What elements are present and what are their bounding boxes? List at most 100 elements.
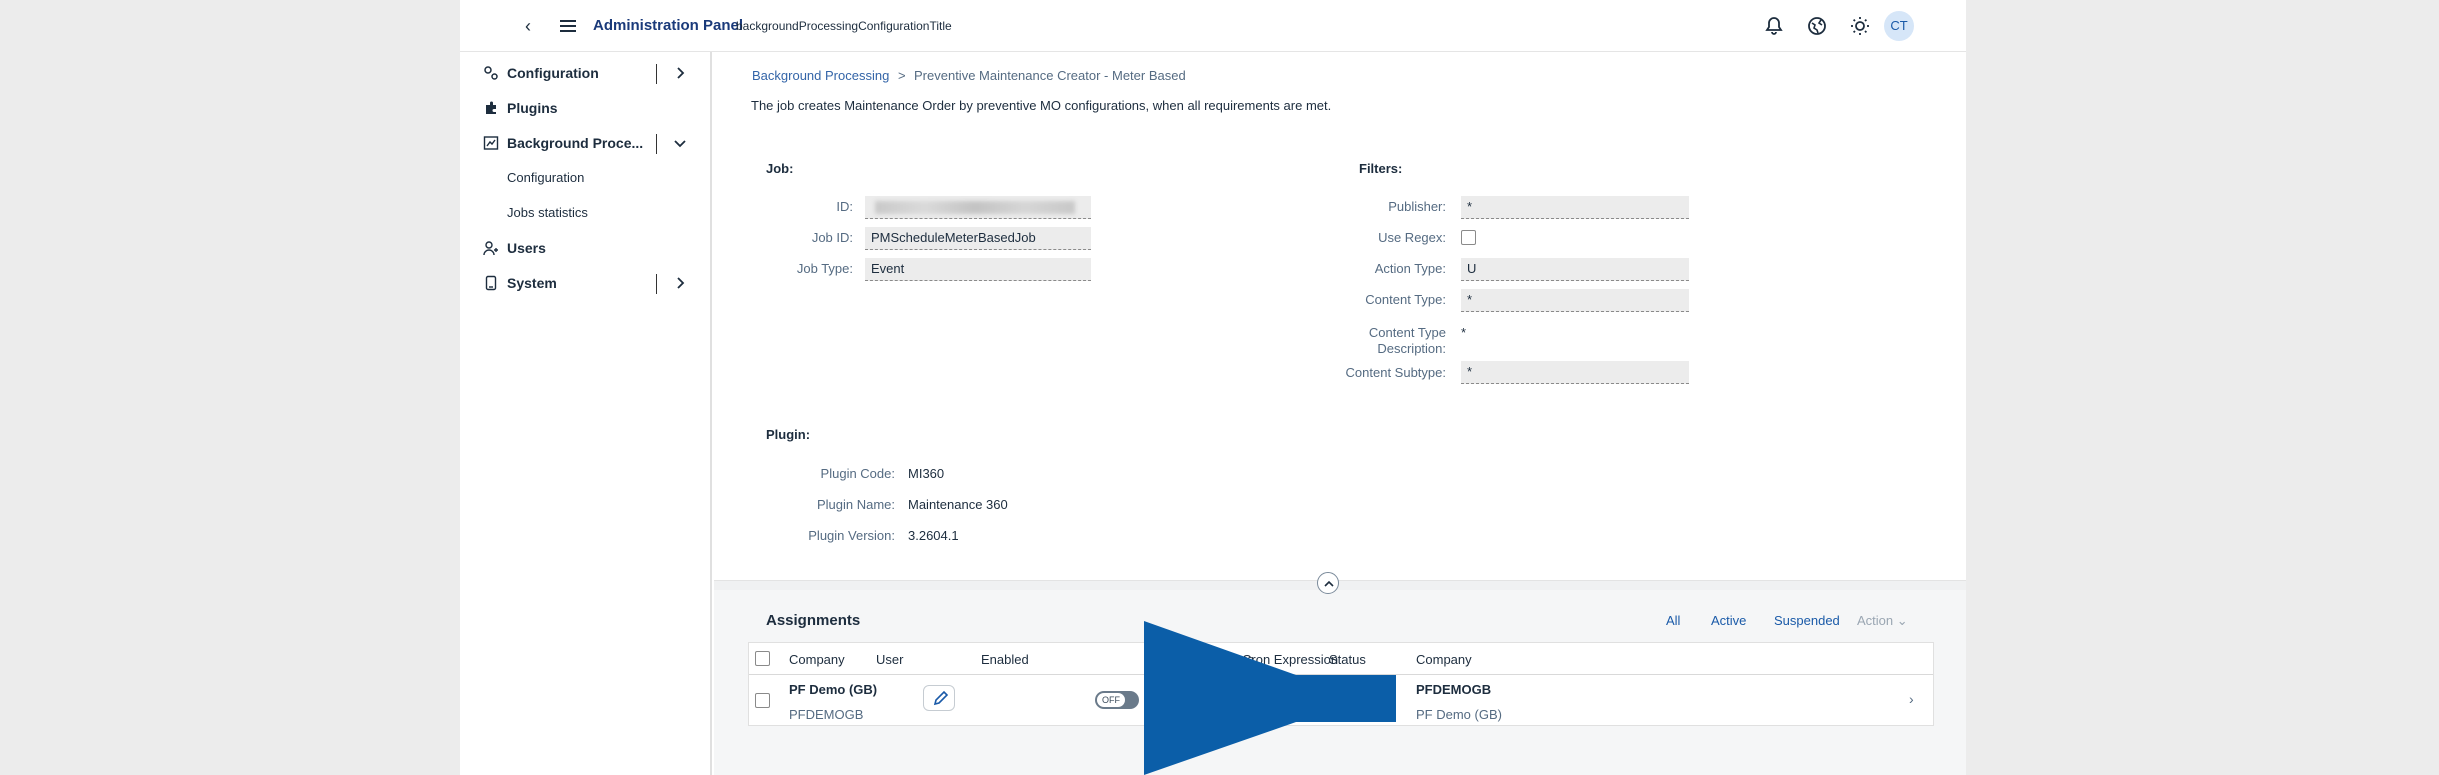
- sidebar-item-label: Configuration: [507, 65, 599, 81]
- row-company2-code: PFDEMOGB: [1416, 682, 1492, 697]
- row-status: Initial: [1329, 695, 1360, 710]
- action-type-field: U: [1461, 258, 1689, 281]
- redacted-id: [875, 201, 1075, 214]
- column-header-enabled[interactable]: Enabled: [981, 652, 1029, 667]
- sidebar-subitem-jobs-statistics[interactable]: Jobs statistics: [507, 205, 588, 220]
- sidebar-item-system[interactable]: System: [460, 266, 712, 300]
- chevron-right-icon[interactable]: [670, 63, 690, 83]
- plugin-name-value: Maintenance 360: [908, 497, 1008, 512]
- chevron-right-icon[interactable]: [670, 273, 690, 293]
- sidebar-item-label: Plugins: [507, 100, 558, 116]
- select-all-checkbox[interactable]: [755, 651, 770, 666]
- page-description: The job creates Maintenance Order by pre…: [751, 98, 1332, 113]
- plugin-version-label: Plugin Version:: [808, 528, 895, 543]
- configuration-icon: [483, 65, 499, 81]
- user-avatar[interactable]: CT: [1884, 11, 1914, 41]
- app-window: ‹ Administration Panel backgroundProcess…: [460, 0, 1966, 775]
- app-title[interactable]: Administration Panel: [593, 17, 743, 34]
- job-id-label: Job ID:: [811, 230, 853, 245]
- bell-icon[interactable]: [1762, 14, 1786, 38]
- breadcrumb-link[interactable]: Background Processing: [752, 68, 889, 83]
- object-page: Background Processing > Preventive Maint…: [714, 52, 1966, 580]
- content-type-description-value: *: [1461, 325, 1467, 340]
- column-header-company-2[interactable]: Company: [1416, 652, 1472, 667]
- switch-state-label: OFF: [1097, 693, 1125, 707]
- menu-icon[interactable]: [556, 14, 580, 38]
- column-header-status[interactable]: Status: [1329, 652, 1366, 667]
- chevron-up-icon: [1324, 580, 1334, 587]
- separator: [656, 134, 657, 154]
- content-subtype-label: Content Subtype:: [1345, 365, 1446, 380]
- chevron-down-icon: ⌄: [1896, 613, 1908, 628]
- side-navigation: Configuration Plugins Background Proce..…: [460, 52, 712, 775]
- sidebar-item-label: System: [507, 275, 557, 291]
- row-company-name: PF Demo (GB): [789, 682, 878, 697]
- separator: [656, 274, 657, 294]
- plugin-code-value: MI360: [908, 466, 945, 481]
- system-icon: [483, 275, 499, 291]
- assignments-table: Company User Enabled Suspension Date Cro…: [748, 642, 1934, 726]
- id-field: [865, 196, 1091, 219]
- filters-section-title: Filters:: [1359, 161, 1403, 176]
- column-header-suspension-date[interactable]: Suspension Date: [1155, 652, 1254, 667]
- content-type-description-label-line1: Content Type: [1368, 325, 1446, 340]
- header-divider: [714, 580, 1966, 590]
- sidebar-item-configuration[interactable]: Configuration: [460, 56, 712, 90]
- plugin-version-value: 3.2604.1: [908, 528, 959, 543]
- theme-sun-icon[interactable]: [1848, 14, 1872, 38]
- table-header: Company User Enabled Suspension Date Cro…: [749, 643, 1933, 675]
- column-header-cron-expression[interactable]: Cron Expression: [1242, 652, 1338, 667]
- use-regex-label: Use Regex:: [1378, 230, 1446, 245]
- row-company-code: PFDEMOGB: [789, 707, 864, 722]
- id-label: ID:: [836, 199, 853, 214]
- use-regex-checkbox[interactable]: [1461, 230, 1476, 245]
- content-type-description-label-line2: Description:: [1377, 341, 1446, 356]
- column-header-company[interactable]: Company: [789, 652, 845, 667]
- sidebar-item-plugins[interactable]: Plugins: [460, 91, 712, 125]
- publisher-field: *: [1461, 196, 1689, 219]
- sidebar-item-label: Users: [507, 240, 546, 256]
- enabled-switch[interactable]: OFF: [1095, 691, 1139, 709]
- row-navigation-chevron-icon[interactable]: ›: [1909, 691, 1914, 707]
- sidebar-item-background-processing[interactable]: Background Proce...: [460, 126, 712, 160]
- content-subtype-field: *: [1461, 361, 1689, 384]
- assignments-section: Assignments All Active Suspended Action …: [714, 590, 1966, 775]
- chevron-down-icon[interactable]: [670, 133, 690, 153]
- plugins-icon: [483, 100, 499, 116]
- sidebar-subitem-configuration[interactable]: Configuration: [507, 170, 584, 185]
- action-type-label: Action Type:: [1374, 261, 1446, 276]
- collapse-header-button[interactable]: [1317, 572, 1339, 594]
- back-icon[interactable]: ‹: [516, 14, 540, 38]
- globe-icon[interactable]: [1805, 14, 1829, 38]
- filter-suspended-button[interactable]: Suspended: [1774, 613, 1840, 628]
- job-id-field: PMScheduleMeterBasedJob: [865, 227, 1091, 250]
- plugin-code-label: Plugin Code:: [820, 466, 895, 481]
- breadcrumb-separator: >: [898, 68, 906, 83]
- content-type-label: Content Type:: [1365, 292, 1446, 307]
- job-type-label: Job Type:: [796, 261, 853, 276]
- job-section-title: Job:: [766, 161, 794, 176]
- shell-bar: ‹ Administration Panel backgroundProcess…: [460, 0, 1966, 52]
- assignments-title: Assignments: [766, 612, 861, 629]
- users-icon: [483, 240, 499, 256]
- plugin-section-title: Plugin:: [766, 427, 811, 442]
- app-subtitle: backgroundProcessingConfigurationTitle: [736, 19, 952, 33]
- publisher-label: Publisher:: [1388, 199, 1446, 214]
- sidebar-item-users[interactable]: Users: [460, 231, 712, 265]
- plugin-name-label: Plugin Name:: [816, 497, 895, 512]
- edit-user-button[interactable]: [923, 685, 955, 711]
- action-menu-label: Action: [1857, 613, 1894, 628]
- sidebar-item-label: Background Proce...: [507, 135, 644, 151]
- pencil-icon: [933, 690, 949, 706]
- row-select-checkbox[interactable]: [755, 693, 770, 708]
- row-company2-name: PF Demo (GB): [1416, 707, 1502, 722]
- background-processing-icon: [483, 135, 499, 151]
- content-type-field: *: [1461, 289, 1689, 312]
- filter-active-button[interactable]: Active: [1711, 613, 1746, 628]
- action-menu-button[interactable]: Action ⌄: [1857, 613, 1908, 629]
- column-header-user[interactable]: User: [876, 652, 903, 667]
- breadcrumb-current: Preventive Maintenance Creator - Meter B…: [914, 68, 1186, 83]
- separator: [656, 64, 657, 84]
- filter-all-button[interactable]: All: [1666, 613, 1680, 628]
- job-type-field: Event: [865, 258, 1091, 281]
